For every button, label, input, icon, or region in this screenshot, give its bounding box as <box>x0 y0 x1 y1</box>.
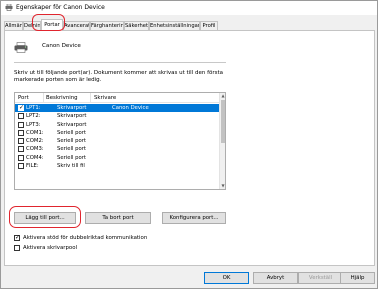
port-list-scrollbar[interactable]: ▲ ▼ <box>219 93 225 189</box>
bidirectional-checkbox[interactable]: ✓ <box>14 234 21 241</box>
header-divider <box>90 93 91 103</box>
tab-general[interactable]: Allmänt <box>4 21 23 30</box>
port-description: Skriv till fil <box>57 163 85 170</box>
configure-port-button[interactable]: Konfigurera port... <box>162 212 226 224</box>
pooling-checkbox[interactable] <box>14 245 20 251</box>
tab-device-settings[interactable]: Enhetsinställningar <box>149 21 200 30</box>
window-title: Egenskaper för Canon Device <box>16 4 105 11</box>
port-name: COM1: <box>26 129 44 136</box>
port-list-header: Port Beskrivning Skrivare <box>15 93 220 103</box>
tab-sharing[interactable]: Delning <box>23 21 41 30</box>
port-description: Seriell port <box>57 146 87 153</box>
header-printer[interactable]: Skrivare <box>94 95 116 101</box>
help-button[interactable]: Hjälp <box>340 272 375 284</box>
checkmark-icon: ✓ <box>19 104 25 111</box>
port-printer: Canon Device <box>112 105 149 111</box>
scroll-thumb[interactable] <box>221 100 225 143</box>
port-name: COM2: <box>26 138 44 145</box>
port-description: Skrivarport <box>57 105 87 111</box>
port-checkbox[interactable] <box>18 113 24 120</box>
port-checkbox[interactable] <box>18 146 24 153</box>
port-name: LPT2: <box>26 113 41 120</box>
port-checkbox[interactable] <box>18 129 24 136</box>
ports-panel: Canon Device Skriv ut till följande port… <box>4 30 375 266</box>
printer-title-icon <box>5 4 13 11</box>
apply-button[interactable]: Verkställ <box>298 272 343 284</box>
printer-icon <box>14 42 28 53</box>
port-checkbox[interactable] <box>18 163 24 170</box>
port-name: COM3: <box>26 146 44 153</box>
port-row-com3[interactable]: COM3: Seriell port <box>15 145 220 153</box>
port-checkbox[interactable] <box>18 138 24 145</box>
port-description: Skrivarport <box>57 121 87 128</box>
add-port-button[interactable]: Lägg till port... <box>14 212 76 224</box>
cancel-button[interactable]: Avbryt <box>253 272 298 284</box>
ok-button[interactable]: OK <box>204 272 249 284</box>
port-row-com4[interactable]: COM4: Seriell port <box>15 154 220 162</box>
remove-port-button[interactable]: Ta bort port <box>85 212 151 224</box>
port-row-lpt3[interactable]: LPT3: Skrivarport <box>15 121 220 129</box>
separator <box>14 62 226 63</box>
printer-name: Canon Device <box>42 43 81 49</box>
scroll-up-icon[interactable]: ▲ <box>220 93 225 99</box>
tab-ports[interactable]: Portar <box>41 19 63 31</box>
port-name: COM4: <box>26 154 44 161</box>
title-bar: Egenskaper för Canon Device <box>1 1 377 15</box>
header-divider <box>43 93 44 103</box>
properties-dialog: Egenskaper för Canon Device Allmänt Deln… <box>0 0 378 289</box>
port-checkbox[interactable] <box>18 154 24 161</box>
port-row-file[interactable]: FILE: Skriv till fil <box>15 162 220 170</box>
header-port[interactable]: Port <box>18 95 29 101</box>
port-name: LPT1: <box>26 105 41 111</box>
port-row-com2[interactable]: COM2: Seriell port <box>15 137 220 145</box>
port-description: Seriell port <box>57 154 87 161</box>
port-checkbox[interactable]: ✓ <box>18 104 25 111</box>
port-row-lpt2[interactable]: LPT2: Skrivarport <box>15 112 220 120</box>
port-description: Skrivarport <box>57 113 87 120</box>
pooling-label: Aktivera skrivarpool <box>23 245 78 251</box>
port-row-com1[interactable]: COM1: Seriell port <box>15 129 220 137</box>
header-description[interactable]: Beskrivning <box>46 95 78 101</box>
tab-security[interactable]: Säkerhet <box>124 21 149 30</box>
port-description: Seriell port <box>57 129 87 136</box>
port-description: Seriell port <box>57 138 87 145</box>
scroll-down-icon[interactable]: ▼ <box>220 183 225 189</box>
port-rows: ✓ LPT1: Skrivarport Canon Device LPT2: S… <box>15 104 220 170</box>
port-row-lpt1[interactable]: ✓ LPT1: Skrivarport Canon Device <box>15 104 220 113</box>
port-name: FILE: <box>26 163 39 170</box>
ports-description: Skriv ut till följande port(ar). Dokumen… <box>14 70 224 83</box>
checkmark-icon: ✓ <box>15 234 21 241</box>
bidirectional-label: Aktivera stöd för dubbelriktad kommunika… <box>23 235 148 241</box>
port-list[interactable]: Port Beskrivning Skrivare ✓ LPT1: Skriva… <box>14 92 226 190</box>
tab-profile[interactable]: Profil <box>200 21 218 30</box>
port-checkbox[interactable] <box>18 121 24 128</box>
tab-color-management[interactable]: Färghantering <box>90 21 124 30</box>
tab-advanced[interactable]: Avancerat <box>63 21 90 30</box>
port-name: LPT3: <box>26 121 41 128</box>
tab-strip: Allmänt Delning Portar Avancerat Färghan… <box>4 19 374 31</box>
